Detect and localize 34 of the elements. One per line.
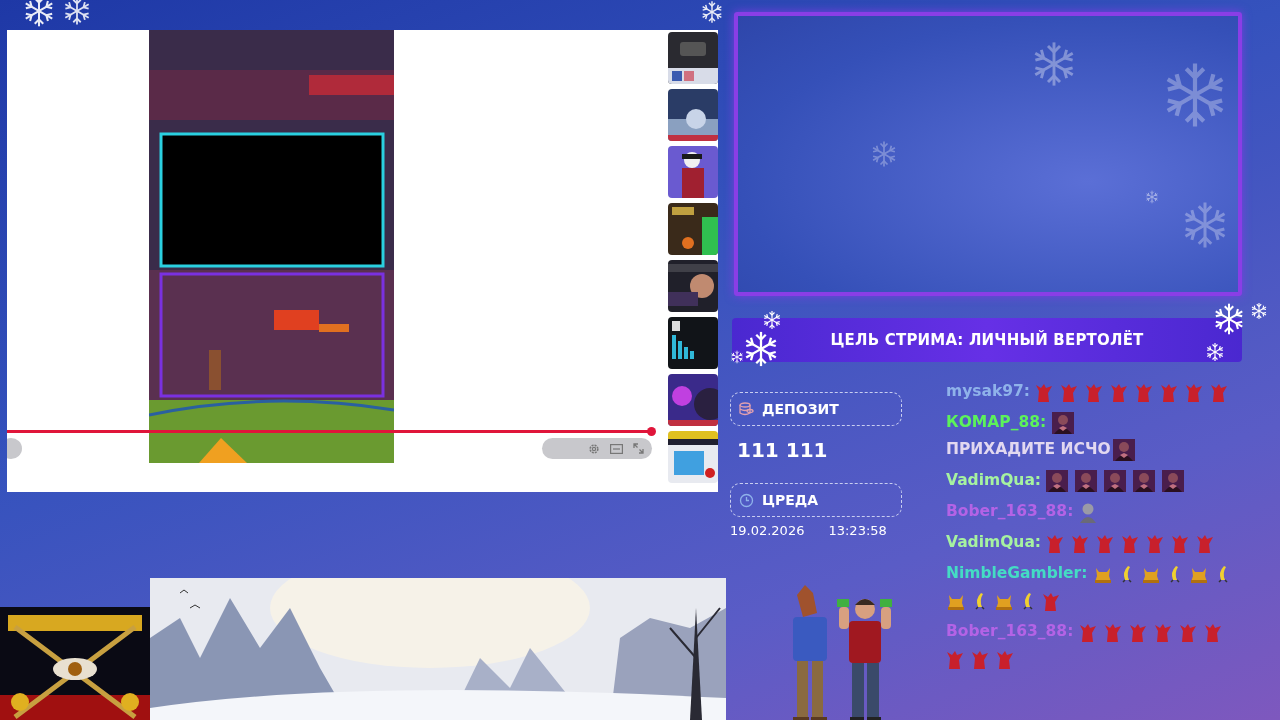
chat-username: NimbleGambler: xyxy=(946,564,1088,582)
banana-emote-icon xyxy=(973,590,987,611)
portrait-emote-icon xyxy=(1046,469,1069,492)
goal-banner: ЦЕЛЬ СТРИМА: ЛИЧНЫЙ ВЕРТОЛЁТ xyxy=(732,318,1242,362)
banana-emote-icon xyxy=(1021,590,1035,611)
coins-icon xyxy=(739,401,754,417)
snowflake-icon xyxy=(1250,302,1268,320)
portrait-emote-icon xyxy=(1162,469,1185,492)
snowflake-icon xyxy=(700,0,724,24)
chat-username: КОМАР_88: xyxy=(946,413,1047,431)
chat-message: ПРИХАДИТЕ ИСЧО xyxy=(946,440,1111,458)
day-label: ЦРЕДА xyxy=(762,492,819,508)
clock-icon xyxy=(739,492,754,508)
chat-username: VadimQua: xyxy=(946,471,1042,489)
portrait-emote-icon xyxy=(1051,411,1074,434)
deposit-label: ДЕПОЗИТ xyxy=(762,401,839,417)
chat-username: mysak97: xyxy=(946,382,1031,400)
chat-username: VadimQua: xyxy=(946,533,1042,551)
fullscreen-icon[interactable] xyxy=(633,443,644,454)
chat-username: Bober_163_88: xyxy=(946,502,1074,520)
portrait-emote-icon xyxy=(1112,438,1135,461)
date-text: 19.02.2026 xyxy=(730,522,805,540)
snowflake-icon xyxy=(1145,190,1159,204)
portrait-emote-icon xyxy=(1133,469,1156,492)
snowflake-icon xyxy=(870,140,898,168)
theater-icon[interactable] xyxy=(610,443,623,454)
snowflake-icon xyxy=(1205,342,1225,362)
time-text: 13:23:58 xyxy=(828,522,887,540)
chat-username: Bober_163_88: xyxy=(946,622,1074,640)
deposit-value: 111 111 xyxy=(737,438,828,462)
snowflake-icon xyxy=(62,0,92,26)
settings-icon[interactable] xyxy=(588,442,600,455)
portrait-emote-icon xyxy=(1075,469,1098,492)
portrait-emote-icon xyxy=(1104,469,1127,492)
